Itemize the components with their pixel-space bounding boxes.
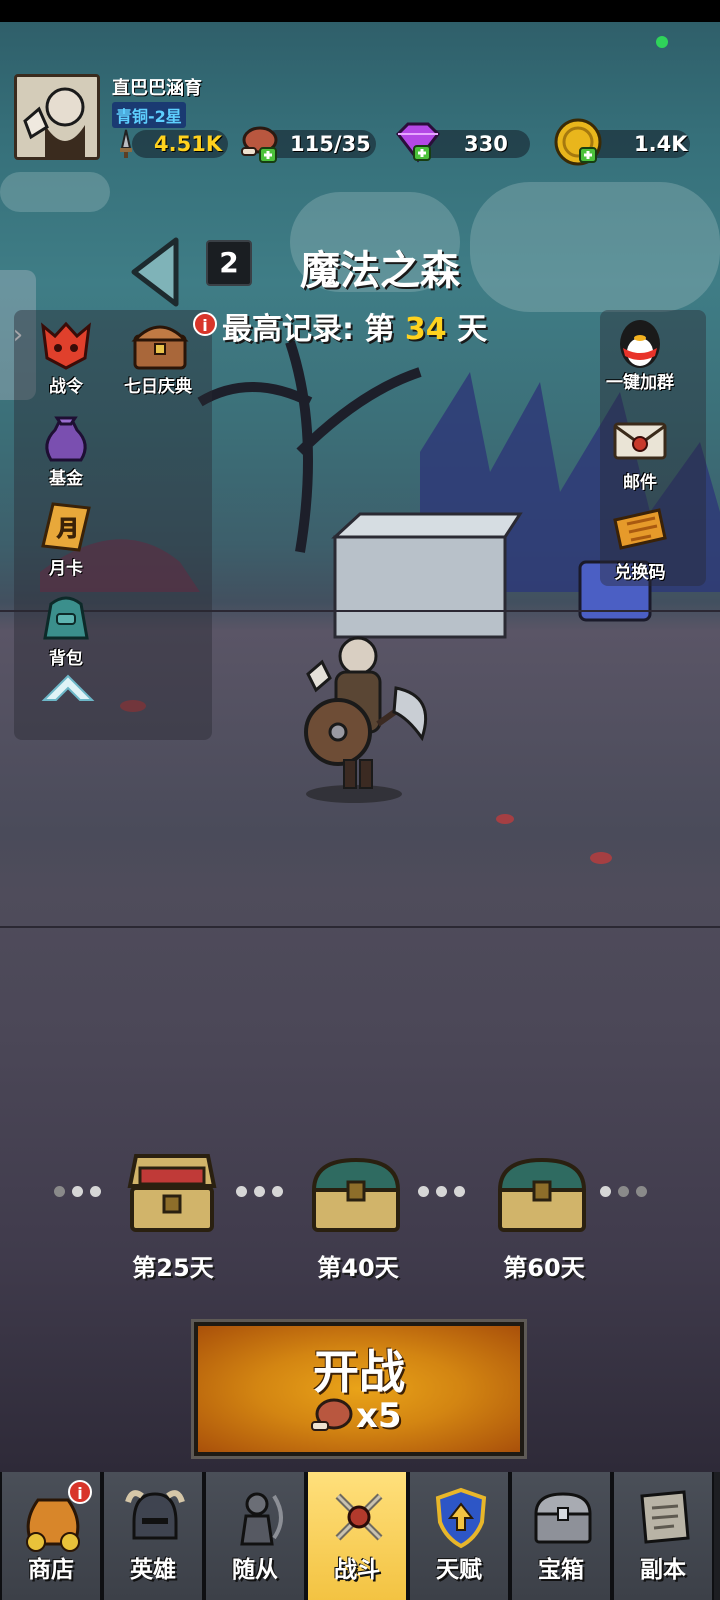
gem-value: 330 — [464, 132, 508, 156]
menu-mail[interactable]: 邮件 — [594, 414, 686, 493]
gem-icon[interactable] — [392, 122, 444, 164]
hero-helmet-icon — [125, 1490, 185, 1540]
menu-fund[interactable]: 基金 — [20, 410, 112, 489]
talent-shield-icon — [435, 1487, 487, 1549]
nav-label: 英雄 — [130, 1557, 176, 1583]
nav-label: 宝箱 — [538, 1557, 584, 1583]
nav-tab-talent[interactable]: 天赋 — [408, 1472, 510, 1600]
battle-pass-icon — [41, 321, 91, 370]
menu-label: 背包 — [49, 649, 83, 669]
menu-label: 七日庆典 — [124, 377, 192, 397]
menu-backpack[interactable]: 背包 — [20, 590, 112, 669]
progress-dots — [236, 1186, 283, 1197]
meat-icon[interactable] — [238, 124, 280, 164]
meat-icon — [311, 1398, 353, 1431]
gold-value: 1.4K — [634, 132, 688, 156]
redeem-ticket-icon — [613, 508, 667, 550]
hero-character — [304, 636, 428, 803]
menu-label: 月卡 — [49, 559, 83, 579]
bottom-nav: i 商店 英雄 随从 战斗 天赋 宝箱 副本 — [0, 1472, 720, 1600]
dungeon-scroll-icon — [640, 1490, 690, 1544]
battle-button-label: 开战 — [313, 1345, 405, 1399]
follower-icon — [240, 1492, 283, 1546]
qq-penguin-icon — [620, 320, 660, 368]
menu-redeem-code[interactable]: 兑换码 — [594, 504, 686, 583]
sword-icon — [120, 129, 132, 158]
menu-label: 兑换码 — [614, 563, 666, 583]
monthly-card-glyph: 月 — [56, 517, 79, 542]
info-badge-icon: i — [193, 312, 217, 336]
menu-label: 邮件 — [623, 473, 657, 493]
nav-label: 副本 — [640, 1557, 686, 1583]
chest-day-label: 第60天 — [503, 1254, 585, 1282]
nav-tab-battle[interactable]: 战斗 — [306, 1472, 408, 1600]
mail-icon — [613, 422, 667, 460]
nav-tab-dungeon[interactable]: 副本 — [612, 1472, 714, 1600]
player-name: 直巴巴涵育 — [112, 78, 202, 99]
gold-coin-icon[interactable] — [554, 118, 606, 170]
connection-indicator — [656, 36, 668, 48]
opened-chest-icon[interactable] — [126, 1148, 218, 1238]
nav-tab-follower[interactable]: 随从 — [204, 1472, 306, 1600]
player-avatar[interactable] — [14, 74, 100, 160]
seven-day-chest-icon — [131, 325, 189, 370]
record-day: 34 — [404, 312, 447, 347]
previous-stage-arrow-icon[interactable] — [128, 236, 180, 308]
menu-seven-day[interactable]: i 七日庆典 — [112, 312, 217, 397]
nav-tab-chest[interactable]: 宝箱 — [510, 1472, 612, 1600]
info-badge-icon: i — [68, 1480, 92, 1504]
record-prefix: 最高记录: 第 — [222, 312, 395, 347]
nav-label: 随从 — [232, 1557, 278, 1583]
progress-dots — [600, 1186, 647, 1197]
status-bar — [0, 0, 720, 22]
crossed-swords-icon — [335, 1493, 383, 1541]
nav-tab-shop[interactable]: i 商店 — [0, 1472, 102, 1600]
player-rank: 青铜-2星 — [112, 102, 186, 128]
record-suffix: 天 — [457, 312, 488, 347]
progress-dots — [54, 1186, 101, 1197]
chest-day-label: 第25天 — [132, 1254, 214, 1282]
nav-label: 天赋 — [436, 1557, 482, 1583]
backpack-icon — [43, 596, 89, 640]
monthly-card-icon: 月 — [41, 502, 91, 552]
menu-label: 基金 — [49, 469, 83, 489]
menu-join-group[interactable]: 一键加群 — [594, 314, 686, 393]
nav-label: 商店 — [28, 1557, 74, 1583]
fund-bag-icon — [45, 416, 87, 462]
closed-chest-icon[interactable] — [496, 1154, 588, 1244]
battle-cost: x5 — [356, 1396, 402, 1436]
menu-monthly-card[interactable]: 月 月卡 — [20, 500, 112, 579]
closed-chest-icon[interactable] — [310, 1154, 402, 1244]
stage-number: 2 — [206, 240, 252, 286]
progress-dots — [418, 1186, 465, 1197]
chest-day-label: 第40天 — [317, 1254, 399, 1282]
menu-label: 战令 — [49, 377, 83, 397]
meat-value: 115/35 — [290, 132, 371, 156]
start-battle-button[interactable]: 开战 x5 — [191, 1319, 527, 1459]
stage-title: 魔法之森 — [300, 248, 460, 294]
power-value: 4.51K — [154, 132, 223, 156]
chevron-up-icon[interactable] — [40, 670, 96, 706]
nav-tab-hero[interactable]: 英雄 — [102, 1472, 204, 1600]
nav-label: 战斗 — [334, 1557, 380, 1583]
treasure-chest-icon — [534, 1492, 592, 1544]
best-record: 最高记录: 第 34 天 — [222, 304, 487, 348]
menu-battle-pass[interactable]: 战令 — [20, 318, 112, 397]
